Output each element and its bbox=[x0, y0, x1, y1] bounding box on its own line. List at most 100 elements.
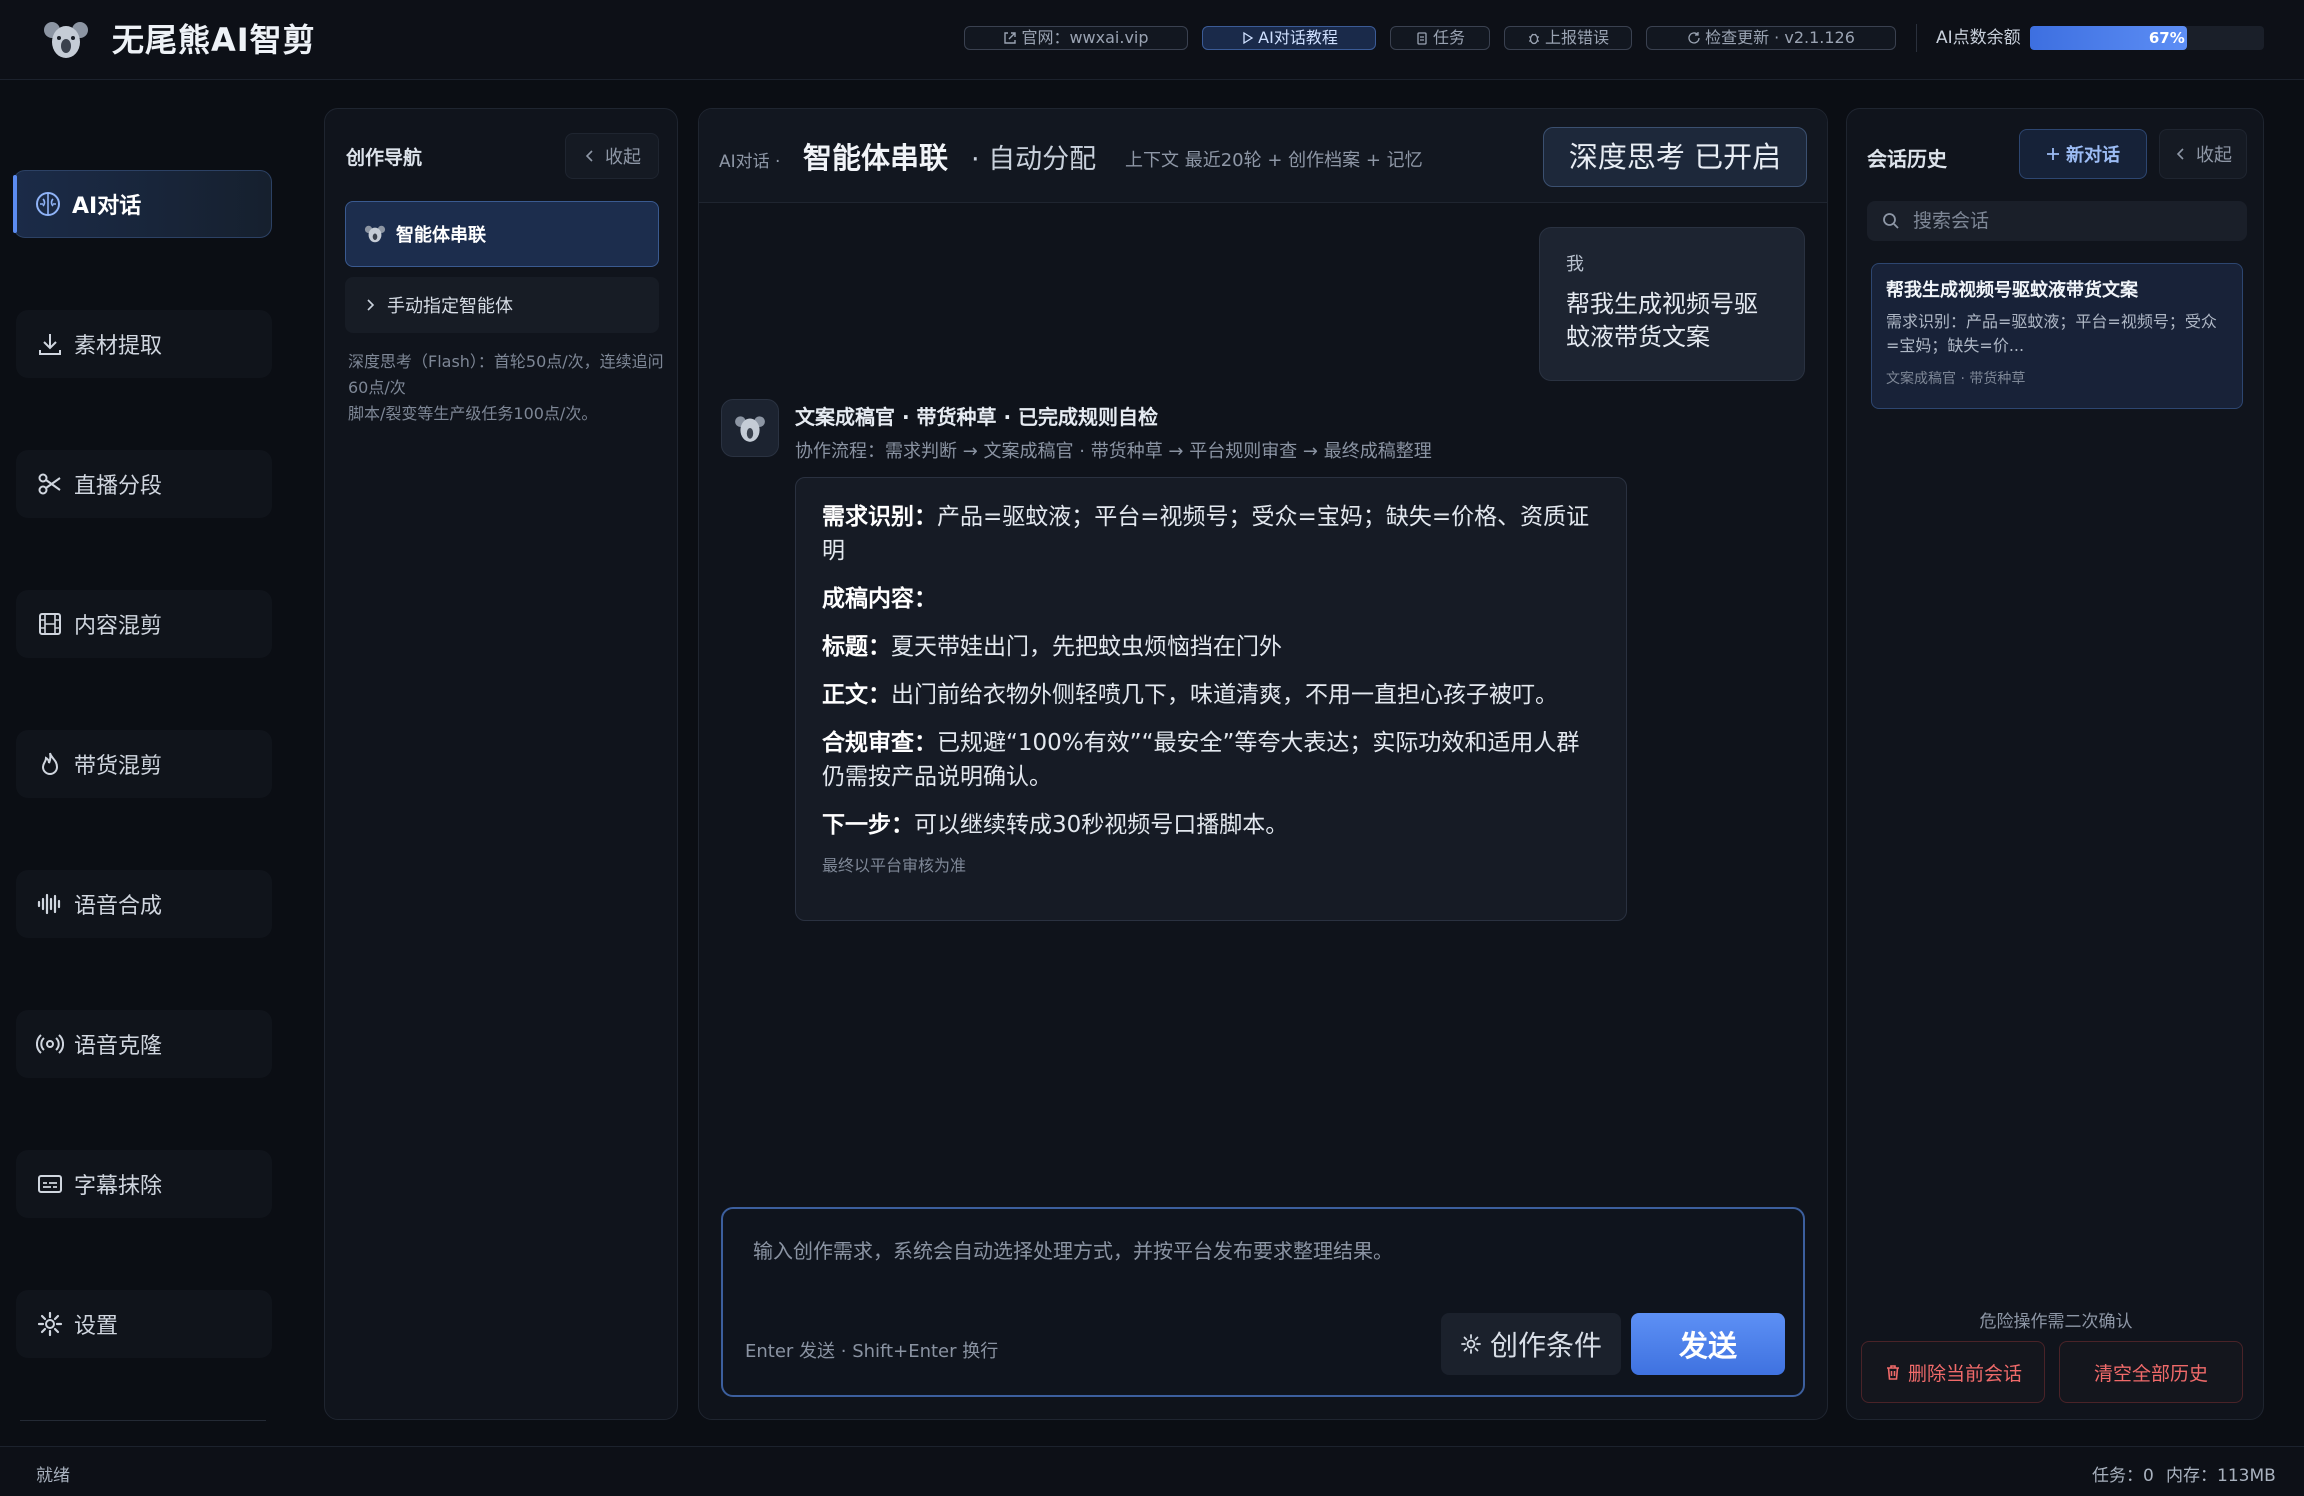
nav-item-manual-agent[interactable]: 手动指定智能体 bbox=[345, 277, 659, 333]
report-bug-link[interactable]: 上报错误 bbox=[1504, 26, 1632, 50]
sidebar-item-settings[interactable]: 设置 bbox=[16, 1290, 272, 1358]
sidebar-item-label: 语音合成 bbox=[74, 894, 163, 919]
sidebar-item-label: 素材提取 bbox=[74, 334, 163, 359]
clipboard-icon bbox=[1417, 32, 1427, 45]
app-title: 无尾熊AI智剪 bbox=[112, 21, 316, 59]
breadcrumb: AI对话 · bbox=[719, 152, 781, 172]
download-icon bbox=[39, 334, 61, 355]
header-divider bbox=[1916, 24, 1917, 52]
tasks-link[interactable]: 任务 bbox=[1390, 26, 1490, 50]
tasks-label: 任务 bbox=[1432, 28, 1465, 47]
user-message-text: 帮我生成视频号驱蚊液带货文案 bbox=[1566, 290, 1758, 351]
ai-message-header: 文案成稿官 · 带货种草 · 已完成规则自检 bbox=[795, 405, 1159, 429]
sidebar-item-label: AI对话 bbox=[72, 194, 142, 219]
status-tasks: 任务：0 bbox=[2092, 1466, 2154, 1486]
composer-input[interactable] bbox=[753, 1231, 1773, 1271]
refresh-icon bbox=[1688, 32, 1700, 44]
subtitles-icon bbox=[38, 1175, 62, 1193]
history-search-input[interactable] bbox=[1913, 210, 2233, 232]
nav-item-label: 手动指定智能体 bbox=[387, 296, 513, 317]
brain-icon bbox=[36, 192, 60, 216]
ai-response-line: 标题：夏天带娃出门，先把蚊虫烦恼挡在门外 bbox=[822, 630, 1600, 664]
line-text: 产品=驱蚊液；平台=视频号；受众=宝妈；缺失=价格、资质证明 bbox=[822, 504, 1590, 564]
history-title: 会话历史 bbox=[1867, 147, 1947, 171]
line-label: 成稿内容： bbox=[822, 586, 937, 612]
send-button[interactable]: 发送 bbox=[1631, 1313, 1785, 1375]
sidebar-item-content-remix[interactable]: 内容混剪 bbox=[16, 590, 272, 658]
waveform-icon bbox=[37, 893, 61, 915]
danger-note: 危险操作需二次确认 bbox=[1979, 1312, 2133, 1332]
sidebar-item-voice-clone[interactable]: 语音克隆 bbox=[16, 1010, 272, 1078]
scissors-icon bbox=[38, 473, 61, 495]
nav-item-agent-chain[interactable]: 智能体串联 bbox=[345, 201, 659, 267]
sidebar-item-ai-chat[interactable]: AI对话 bbox=[13, 170, 272, 238]
message-composer: Enter 发送 · Shift+Enter 换行 创作条件 发送 bbox=[721, 1207, 1805, 1397]
ai-response-line: 合规审查：已规避“100%有效”“最安全”等夸大表达；实际功效和适用人群仍需按产… bbox=[822, 726, 1600, 794]
ai-response-line: 成稿内容： bbox=[822, 582, 1600, 616]
app-header: 无尾熊AI智剪 官网：wwxai.vip AI对话教程 任务 上报错误 检查更新… bbox=[0, 0, 2304, 80]
nav-collapse-button[interactable]: 收起 bbox=[565, 133, 659, 179]
context-info: 上下文 最近20轮 + 创作档案 + 记忆 bbox=[1125, 150, 1423, 171]
website-link[interactable]: 官网：wwxai.vip bbox=[964, 26, 1188, 50]
history-collapse-label: 收起 bbox=[2196, 145, 2232, 166]
ai-response-card: 需求识别：产品=驱蚊液；平台=视频号；受众=宝妈；缺失=价格、资质证明 成稿内容… bbox=[795, 477, 1627, 921]
line-label: 下一步： bbox=[822, 812, 914, 838]
sidebar-item-subtitle-remove[interactable]: 字幕抹除 bbox=[16, 1150, 272, 1218]
ai-response-line: 需求识别：产品=驱蚊液；平台=视频号；受众=宝妈；缺失=价格、资质证明 bbox=[822, 500, 1600, 568]
new-chat-label: 新对话 bbox=[2066, 145, 2120, 166]
chevron-left-icon bbox=[2176, 148, 2184, 160]
ai-avatar bbox=[721, 399, 779, 457]
broadcast-icon bbox=[36, 1034, 64, 1054]
chat-header: AI对话 · 智能体串联 · 自动分配 上下文 最近20轮 + 创作档案 + 记… bbox=[699, 109, 1827, 203]
nav-item-label: 智能体串联 bbox=[396, 225, 486, 246]
clear-all-history-button[interactable]: 清空全部历史 bbox=[2059, 1341, 2243, 1403]
history-item-tags: 文案成稿官 · 带货种草 bbox=[1886, 371, 2026, 387]
deep-thinking-toggle[interactable]: 深度思考 已开启 bbox=[1543, 127, 1807, 187]
koala-logo-icon bbox=[44, 22, 88, 58]
gear-icon bbox=[1461, 1334, 1481, 1354]
creation-conditions-button[interactable]: 创作条件 bbox=[1441, 1313, 1621, 1375]
pricing-note-line: 脚本/裂变等生产级任务100点/次。 bbox=[348, 404, 598, 423]
history-collapse-button[interactable]: 收起 bbox=[2159, 129, 2247, 179]
sidebar-item-material-extract[interactable]: 素材提取 bbox=[16, 310, 272, 378]
status-memory: 内存：113MB bbox=[2166, 1466, 2276, 1486]
line-text: 夏天带娃出门，先把蚊虫烦恼挡在门外 bbox=[891, 634, 1282, 660]
website-link-label: 官网：wwxai.vip bbox=[1021, 28, 1149, 47]
status-bar: 就绪 任务：0 内存：113MB bbox=[0, 1446, 2304, 1496]
delete-current-label: 删除当前会话 bbox=[1907, 1362, 2022, 1385]
main-sidebar: AI对话 素材提取 直播分段 内容混剪 带货混剪 语音合成 语音克隆 字幕抹除 … bbox=[0, 80, 284, 1446]
bug-icon bbox=[1528, 33, 1539, 45]
koala-agent-icon bbox=[364, 225, 386, 243]
sidebar-item-label: 内容混剪 bbox=[74, 614, 163, 639]
nav-collapse-label: 收起 bbox=[605, 147, 641, 168]
user-name: 我 bbox=[1566, 254, 1584, 275]
chat-panel: AI对话 · 智能体串联 · 自动分配 上下文 最近20轮 + 创作档案 + 记… bbox=[698, 108, 1828, 1420]
quota-percent-text: 67% bbox=[2148, 29, 2185, 47]
sidebar-item-label: 语音克隆 bbox=[74, 1034, 163, 1059]
chat-mode: · 自动分配 bbox=[971, 144, 1097, 175]
ai-response-footnote: 最终以平台审核为准 bbox=[822, 856, 967, 875]
line-text: 出门前给衣物外侧轻喷几下，味道清爽，不用一直担心孩子被叮。 bbox=[891, 682, 1558, 708]
delete-current-chat-button[interactable]: 删除当前会话 bbox=[1861, 1341, 2045, 1403]
chevron-left-icon bbox=[585, 150, 593, 162]
line-label: 标题： bbox=[822, 634, 891, 660]
new-chat-button[interactable]: 新对话 bbox=[2019, 129, 2147, 179]
ai-collab-flow: 协作流程：需求判断 → 文案成稿官 · 带货种草 → 平台规则审查 → 最终成稿… bbox=[795, 441, 1432, 462]
sidebar-item-tts[interactable]: 语音合成 bbox=[16, 870, 272, 938]
composer-hint: Enter 发送 · Shift+Enter 换行 bbox=[745, 1341, 999, 1362]
sidebar-item-ecommerce-remix[interactable]: 带货混剪 bbox=[16, 730, 272, 798]
check-update-link[interactable]: 检查更新 · v2.1.126 bbox=[1646, 26, 1896, 50]
quota-progress-fill: 67% bbox=[2030, 26, 2187, 50]
sidebar-item-live-segment[interactable]: 直播分段 bbox=[16, 450, 272, 518]
check-update-label: 检查更新 · v2.1.126 bbox=[1705, 28, 1855, 47]
sidebar-divider bbox=[20, 1420, 266, 1421]
line-label: 合规审查： bbox=[822, 730, 937, 756]
ai-response-line: 正文：出门前给衣物外侧轻喷几下，味道清爽，不用一直担心孩子被叮。 bbox=[822, 678, 1600, 712]
search-icon bbox=[1883, 213, 1899, 229]
ai-tutorial-link[interactable]: AI对话教程 bbox=[1202, 26, 1376, 50]
report-bug-label: 上报错误 bbox=[1544, 28, 1609, 47]
sidebar-item-label: 带货混剪 bbox=[74, 754, 163, 779]
points-pricing-note: 深度思考（Flash）：首轮50点/次，连续追问60点/次 脚本/裂变等生产级任… bbox=[348, 349, 664, 427]
history-search-box bbox=[1867, 201, 2247, 241]
history-list-item[interactable]: 帮我生成视频号驱蚊液带货文案 需求识别：产品=驱蚊液；平台=视频号；受众=宝妈；… bbox=[1871, 263, 2243, 409]
